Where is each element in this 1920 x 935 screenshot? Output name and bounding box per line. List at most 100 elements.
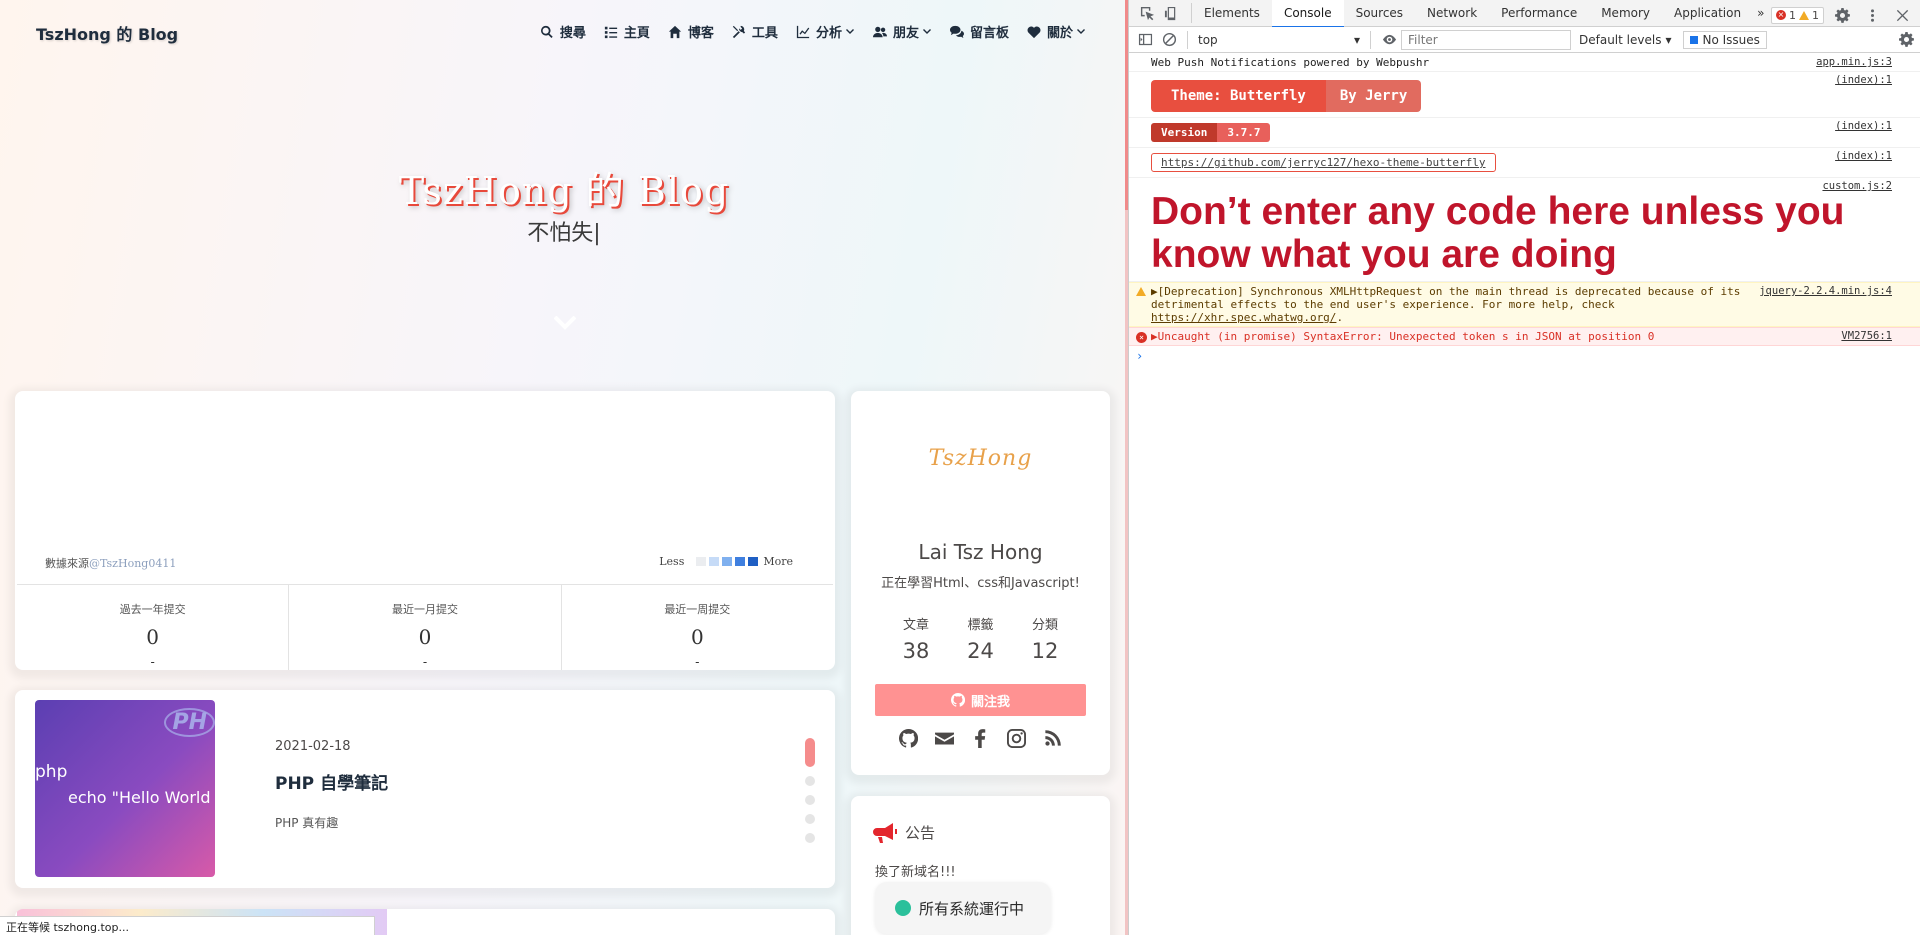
source-link[interactable]: VM2756:1	[1841, 330, 1892, 342]
issues-icon	[1690, 35, 1699, 44]
post-date: 2021-02-18	[275, 739, 351, 754]
legend-less: Less	[659, 555, 685, 568]
sidebar-icon	[1138, 33, 1152, 46]
badge-right: 3.7.7	[1217, 123, 1271, 142]
tab-performance[interactable]: Performance	[1489, 0, 1589, 27]
announcement-header: 公告	[873, 822, 935, 843]
error-text[interactable]: ▶Uncaught (in promise) SyntaxError: Unex…	[1151, 330, 1654, 343]
system-status-badge[interactable]: 所有系統運行中	[875, 882, 1051, 934]
source-link[interactable]: (index):1	[1835, 74, 1892, 86]
carousel-dot[interactable]	[805, 833, 815, 843]
announcement-text: 換了新域名!!!	[875, 865, 956, 880]
stat-label: 標籤	[967, 618, 994, 633]
carousel-dot[interactable]	[805, 776, 815, 786]
stat-value: 38	[902, 639, 930, 663]
console-message: Version 3.7.7 (index):1	[1129, 118, 1920, 148]
status-dot-icon	[895, 900, 911, 916]
calendar-stats: 過去一年提交 0 - 最近一月提交 0 - 最近一周提交 0 -	[17, 584, 833, 670]
settings-button[interactable]	[1830, 3, 1854, 27]
device-toolbar-button[interactable]	[1159, 1, 1183, 25]
facebook-icon[interactable]	[971, 729, 990, 748]
devtools-tab-bar: Elements Console Sources Network Perform…	[1129, 0, 1920, 28]
warning-text[interactable]: ▶[Deprecation] Synchronous XMLHttpReques…	[1151, 285, 1740, 311]
tab-network[interactable]: Network	[1415, 0, 1489, 27]
cover-text: php	[35, 762, 68, 782]
source-link[interactable]: custom.js:2	[1822, 180, 1892, 192]
console-settings-button[interactable]	[1899, 32, 1914, 51]
context-selector[interactable]: top ▾	[1194, 30, 1364, 50]
stat-week: 最近一周提交 0 -	[562, 585, 833, 670]
post-card[interactable]: PH php echo "Hello World 2021-02-18 PHP …	[15, 690, 835, 888]
repo-link[interactable]: https://github.com/jerryc127/hexo-theme-…	[1151, 153, 1496, 172]
github-icon[interactable]	[899, 729, 918, 748]
calendar-source-label: 數據來源	[45, 557, 89, 570]
carousel-dot-active[interactable]	[805, 738, 815, 767]
version-badge: Version 3.7.7	[1151, 123, 1271, 142]
issue-counters[interactable]: × 1 1	[1771, 6, 1824, 24]
announcement-card: 公告 換了新域名!!! 所有系統運行中	[851, 796, 1110, 935]
author-card: TszHong Lai Tsz Hong 正在學習Html、css和Javasc…	[851, 391, 1110, 775]
follow-button[interactable]: 關注我	[875, 684, 1086, 716]
warning-icon	[1799, 10, 1809, 20]
help-link[interactable]: https://xhr.spec.whatwg.org/	[1151, 311, 1336, 324]
announcement-title: 公告	[905, 824, 936, 842]
source-link[interactable]: jquery-2.2.4.min.js:4	[1759, 285, 1892, 297]
calendar-legend: Less More	[659, 555, 793, 568]
gear-icon	[1899, 32, 1914, 47]
close-devtools-button[interactable]	[1890, 3, 1914, 27]
badge-left: Version	[1151, 123, 1218, 142]
carousel-dot[interactable]	[805, 795, 815, 805]
issues-button[interactable]: No Issues	[1683, 30, 1767, 49]
live-expression-button[interactable]	[1377, 28, 1401, 52]
stat-value: 24	[967, 639, 994, 663]
hero-subtitle: 不怕失|	[527, 221, 601, 246]
stat-value: 0	[146, 625, 160, 649]
devtools-panel: Elements Console Sources Network Perform…	[1128, 0, 1920, 935]
device-icon	[1164, 6, 1175, 20]
sidebar-toggle-button[interactable]	[1133, 28, 1157, 52]
inspect-element-button[interactable]	[1135, 1, 1159, 25]
dropdown-arrow-icon: ▾	[1353, 32, 1360, 47]
close-icon	[1896, 9, 1908, 21]
warning-count: 1	[1812, 8, 1819, 22]
author-avatar-logo: TszHong	[928, 446, 1033, 471]
clear-console-button[interactable]	[1157, 28, 1181, 52]
tab-sources[interactable]: Sources	[1344, 0, 1415, 27]
calendar-source-user-link[interactable]: @TszHong0411	[89, 557, 176, 570]
stat-value: 12	[1031, 639, 1059, 663]
stat-categories[interactable]: 分類 12	[1015, 614, 1075, 663]
source-link[interactable]: app.min.js:3	[1816, 56, 1892, 68]
source-link[interactable]: (index):1	[1835, 120, 1892, 132]
tab-console[interactable]: Console	[1271, 0, 1344, 28]
filter-input[interactable]	[1401, 29, 1571, 50]
scroll-down-icon[interactable]	[554, 316, 576, 330]
console-message: Theme: Butterfly By Jerry (index):1	[1129, 72, 1920, 118]
stat-articles[interactable]: 文章 38	[886, 614, 946, 663]
error-count: 1	[1789, 8, 1796, 22]
post-description: PHP 真有趣	[275, 816, 339, 830]
legend-swatch	[722, 557, 733, 566]
tab-memory[interactable]: Memory	[1589, 0, 1662, 27]
legend-more: More	[763, 555, 793, 568]
more-tabs-button[interactable]: »	[1753, 0, 1768, 27]
stat-tags[interactable]: 標籤 24	[951, 614, 1011, 663]
source-link[interactable]: (index):1	[1835, 150, 1892, 162]
console-prompt[interactable]: ›	[1129, 346, 1920, 363]
tab-elements[interactable]: Elements	[1192, 0, 1272, 27]
cover-php-logo: PH	[164, 708, 215, 737]
log-levels-dropdown[interactable]: Default levels ▾	[1579, 33, 1671, 47]
post-title-link[interactable]: PHP 自學筆記	[275, 769, 388, 794]
rss-icon[interactable]	[1043, 729, 1062, 748]
error-icon: ×	[1776, 10, 1786, 20]
tab-application[interactable]: Application	[1662, 0, 1753, 27]
inspect-cursor-icon	[1140, 6, 1154, 20]
instagram-icon[interactable]	[1007, 729, 1026, 748]
browser-status-bar: 正在等候 tszhong.top...	[0, 916, 375, 935]
carousel-dot[interactable]	[805, 814, 815, 824]
self-xss-warning: Don’t enter any code here unless you kno…	[1151, 190, 1845, 276]
stat-year: 過去一年提交 0 -	[17, 585, 290, 670]
stat-label: 分類	[1031, 618, 1058, 633]
customize-menu-button[interactable]	[1860, 3, 1884, 27]
envelope-icon[interactable]	[935, 729, 954, 748]
post-cover-image[interactable]: PH php echo "Hello World	[35, 700, 215, 877]
